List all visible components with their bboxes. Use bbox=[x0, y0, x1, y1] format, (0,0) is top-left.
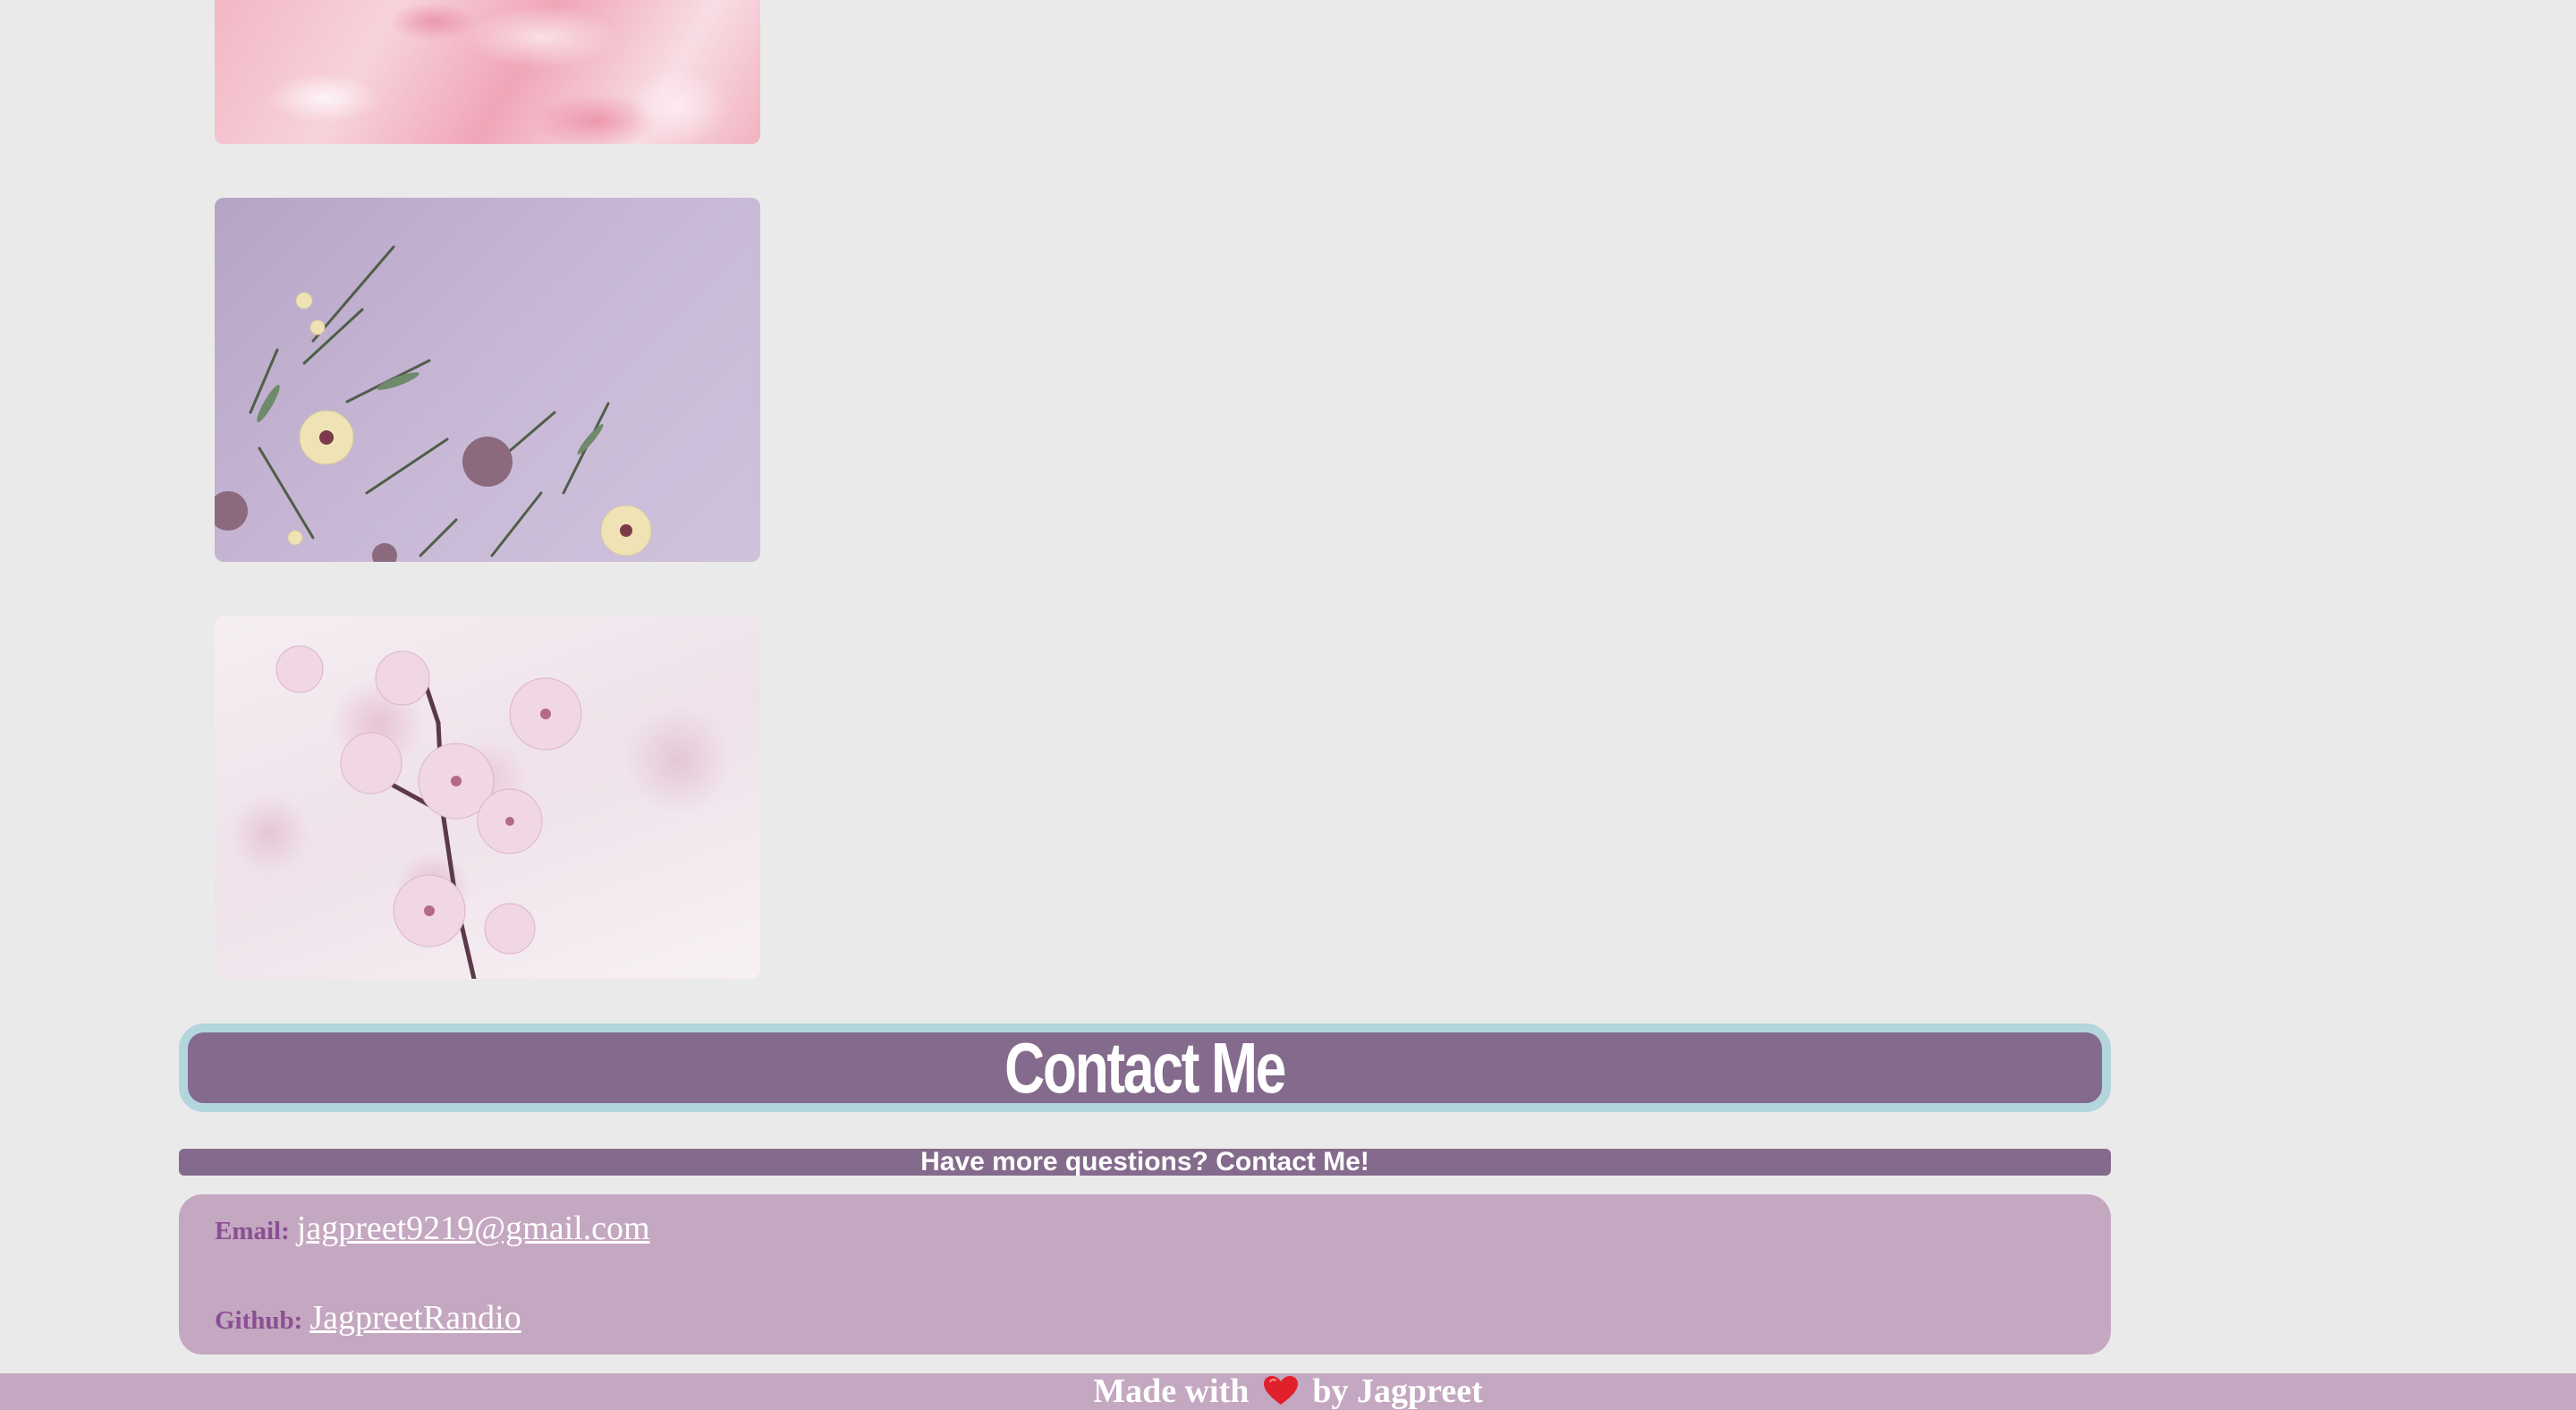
contact-heading: Contact Me bbox=[179, 1024, 2111, 1112]
footer-suffix: by Jagpreet bbox=[1312, 1372, 1483, 1410]
contact-heading-text: Contact Me bbox=[1004, 1028, 1287, 1108]
github-link[interactable]: JagpreetRandio bbox=[309, 1298, 521, 1338]
footer: Made with by Jagpreet bbox=[0, 1373, 2576, 1410]
heart-icon bbox=[1263, 1376, 1298, 1405]
github-row: Github: JagpreetRandio bbox=[215, 1298, 521, 1338]
lavender-flowers-image bbox=[215, 198, 760, 562]
contact-subtitle: Have more questions? Contact Me! bbox=[179, 1149, 2111, 1176]
pink-marble-image bbox=[215, 0, 760, 144]
cherry-blossom-image bbox=[215, 616, 760, 979]
footer-prefix: Made with bbox=[1093, 1372, 1250, 1410]
github-label: Github: bbox=[215, 1306, 303, 1335]
email-row: Email: jagpreet9219@gmail.com bbox=[215, 1209, 650, 1248]
contact-card: Email: jagpreet9219@gmail.com Github: Ja… bbox=[179, 1194, 2111, 1355]
email-link[interactable]: jagpreet9219@gmail.com bbox=[297, 1209, 650, 1248]
email-label: Email: bbox=[215, 1217, 290, 1245]
